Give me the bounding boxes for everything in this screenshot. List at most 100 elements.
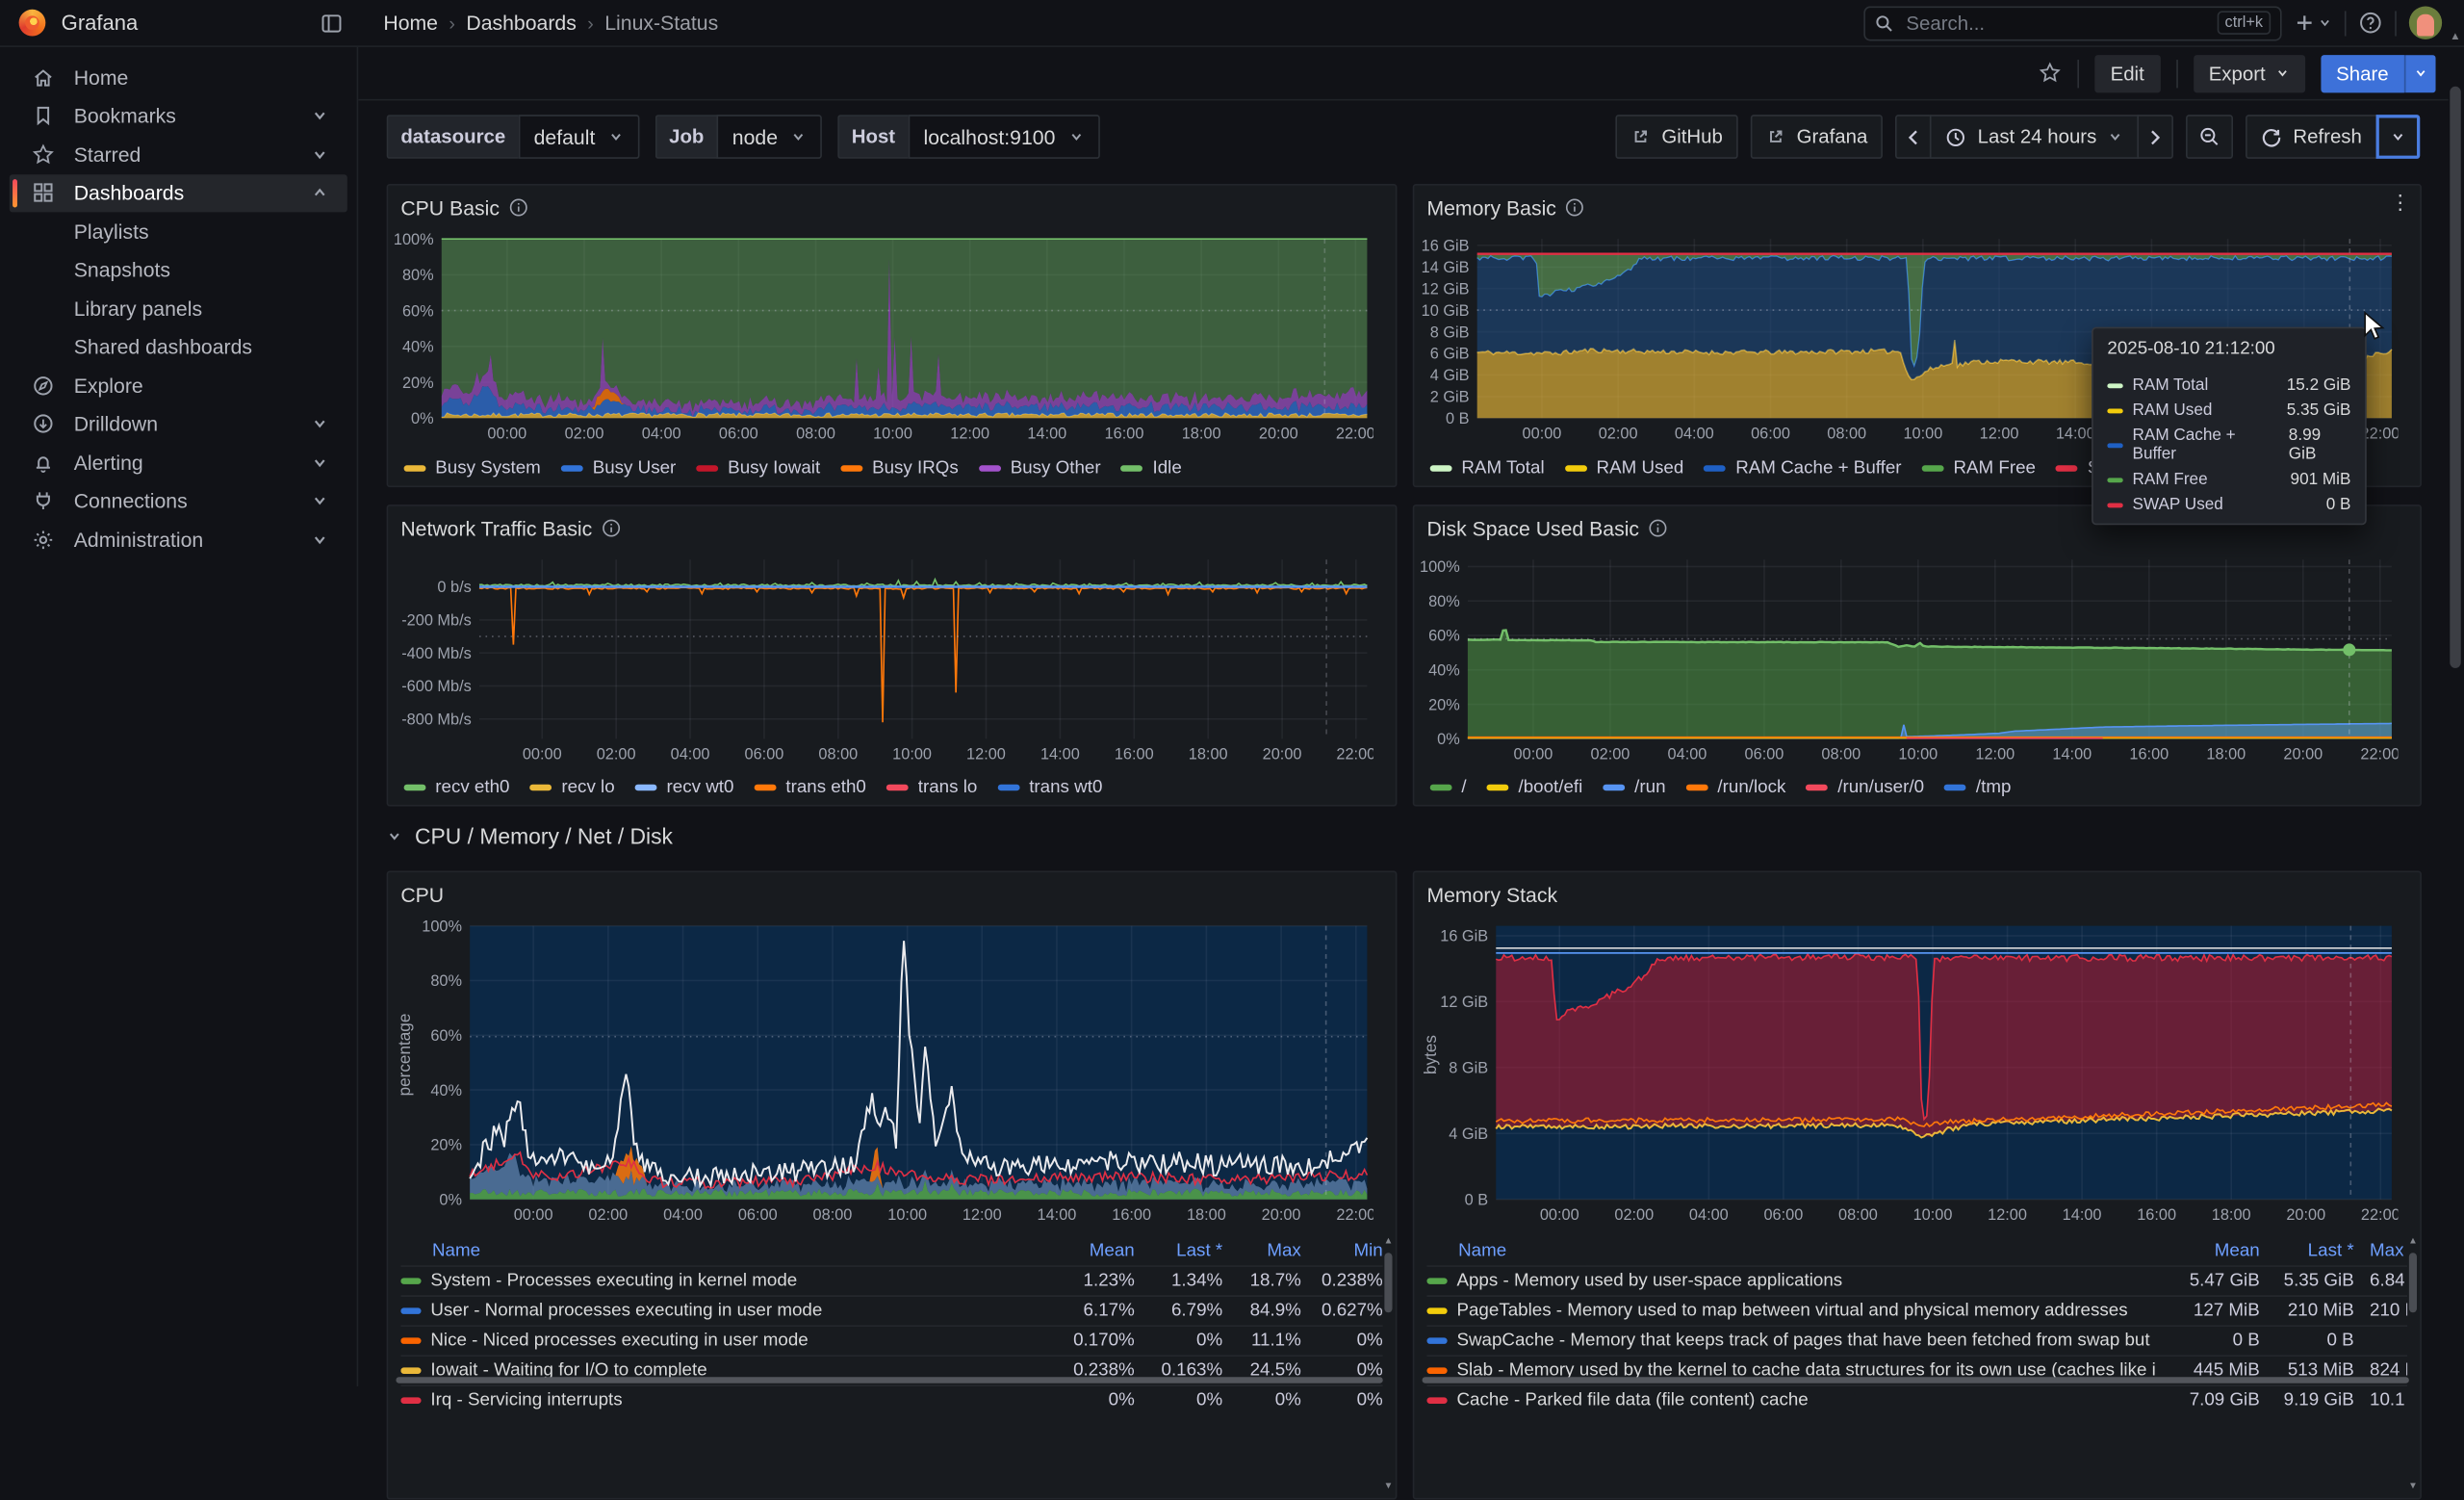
github-link-button[interactable]: GitHub [1616,115,1738,159]
legend-item[interactable]: RAM Used [1565,459,1683,478]
network-traffic-chart[interactable]: 00:0002:0004:0006:0008:0010:0012:0014:00… [388,547,1373,767]
time-range-picker[interactable]: Last 24 hours [1931,115,2140,159]
info-icon[interactable] [602,519,621,538]
sidebar-item-bookmarks[interactable]: Bookmarks [10,96,347,135]
legend-item[interactable]: Busy IRQs [840,459,958,478]
sidebar-item-administration[interactable]: Administration [10,520,347,558]
variable-value-dropdown[interactable]: node [716,115,821,159]
memory-stack-chart[interactable]: 00:0002:0004:0006:0008:0010:0012:0014:00… [1414,914,2398,1228]
legend-item[interactable]: Idle [1121,459,1182,478]
sidebar-item-snapshots[interactable]: Snapshots [10,250,347,289]
table-row[interactable]: Cache - Parked file data (file content) … [1426,1384,2407,1414]
table-row[interactable]: PageTables - Memory used to map between … [1426,1295,2407,1325]
sidebar-item-shared-dashboards[interactable]: Shared dashboards [10,327,347,366]
legend-item[interactable]: Busy Iowait [697,459,821,478]
panel-title[interactable]: CPU Basic [400,195,500,219]
breadcrumb-item[interactable]: Dashboards [466,11,576,34]
breadcrumb-item[interactable]: Linux-Status [604,11,718,34]
legend-item[interactable]: recv eth0 [404,778,510,797]
legend-item[interactable]: recv wt0 [635,778,734,797]
sidebar-item-connections[interactable]: Connections [10,481,347,520]
legend-item[interactable]: Busy Other [979,459,1101,478]
legend-item[interactable]: /tmp [1944,778,2011,797]
refresh-button[interactable]: Refresh [2246,115,2377,159]
table-row[interactable]: Irq - Servicing interrupts0%0%0%0% [400,1384,1382,1414]
time-forward-button[interactable] [2138,115,2174,159]
breadcrumb-item[interactable]: Home [383,11,438,34]
panel-menu-icon[interactable]: ⋮ [2390,192,2410,212]
column-header[interactable]: Last * [1135,1242,1222,1261]
star-icon[interactable] [2038,62,2061,85]
info-icon[interactable] [1649,519,1668,538]
grafana-logo-icon[interactable] [19,10,46,37]
table-scrollbar[interactable]: ▲ ▼ [2406,1237,2421,1491]
search-input[interactable]: ctrl+k [1863,6,2281,40]
legend-item[interactable]: /run [1604,778,1666,797]
legend-item[interactable]: /boot/efi [1487,778,1582,797]
panel-title[interactable]: Disk Space Used Basic [1426,516,1639,539]
column-header[interactable]: Last * [2260,1242,2354,1261]
legend-item[interactable]: recv lo [530,778,615,797]
sidebar-item-playlists[interactable]: Playlists [10,212,347,250]
row-section-header[interactable]: CPU / Memory / Net / Disk [387,824,673,849]
zoom-out-icon[interactable] [2186,115,2233,159]
table-row[interactable]: Apps - Memory used by user-space applica… [1426,1265,2407,1295]
table-row[interactable]: Nice - Niced processes executing in user… [400,1325,1382,1355]
sidebar-item-dashboards[interactable]: Dashboards [10,173,347,212]
sidebar-item-drilldown[interactable]: Drilldown [10,404,347,443]
cpu-full-chart[interactable]: 00:0002:0004:0006:0008:0010:0012:0014:00… [388,914,1373,1228]
search-field[interactable] [1903,11,2207,36]
column-header[interactable]: Mean [2156,1242,2260,1261]
page-scrollbar[interactable]: ▲ [2449,0,2464,1386]
panel-title[interactable]: Network Traffic Basic [400,516,592,539]
variable-value-dropdown[interactable]: default [518,115,639,159]
column-header[interactable]: Mean [1038,1242,1135,1261]
column-header[interactable]: Max [2354,1242,2408,1261]
panel-title[interactable]: Memory Stack [1426,883,1557,906]
legend-item[interactable]: trans wt0 [998,778,1103,797]
table-row[interactable]: SwapCache - Memory that keeps track of p… [1426,1325,2407,1355]
legend-item[interactable]: trans eth0 [755,778,866,797]
disk-space-chart[interactable]: 00:0002:0004:0006:0008:0010:0012:0014:00… [1414,547,2398,767]
sidebar-item-starred[interactable]: Starred [10,135,347,173]
variable-value-dropdown[interactable]: localhost:9100 [908,115,1099,159]
sidebar-item-library-panels[interactable]: Library panels [10,289,347,327]
sidebar-item-explore[interactable]: Explore [10,366,347,404]
legend-item[interactable]: /run/lock [1686,778,1786,797]
table-hscrollbar[interactable] [396,1377,1382,1384]
sidebar-item-home[interactable]: Home [10,58,347,96]
column-header[interactable]: Name [400,1242,1037,1261]
table-row[interactable]: User - Normal processes executing in use… [400,1295,1382,1325]
panel-title[interactable]: CPU [400,883,444,906]
legend-item[interactable]: RAM Cache + Buffer [1705,459,1902,478]
help-icon[interactable] [2359,11,2382,34]
panel-title[interactable]: Memory Basic [1426,195,1555,219]
column-header[interactable]: Max [1222,1242,1301,1261]
column-header[interactable]: Min [1301,1242,1383,1261]
refresh-interval-dropdown[interactable] [2376,115,2421,159]
grafana-link-button[interactable]: Grafana [1751,115,1883,159]
info-icon[interactable] [1566,198,1585,218]
export-button[interactable]: Export [2193,54,2304,91]
edit-button[interactable]: Edit [2094,54,2160,91]
legend-item[interactable]: trans lo [886,778,977,797]
legend-item[interactable]: Busy User [561,459,676,478]
add-new-button[interactable] [2295,13,2332,33]
table-scrollbar[interactable]: ▲ ▼ [1381,1237,1396,1491]
legend-item[interactable]: / [1430,778,1467,797]
sidebar-item-alerting[interactable]: Alerting [10,443,347,481]
cpu-basic-chart[interactable]: 00:0002:0004:0006:0008:0010:0012:0014:00… [388,226,1373,447]
legend-item[interactable]: RAM Free [1922,459,2036,478]
info-icon[interactable] [509,198,528,218]
user-avatar[interactable] [2409,7,2442,39]
table-row[interactable]: System - Processes executing in kernel m… [400,1265,1382,1295]
table-hscrollbar[interactable] [1423,1377,2409,1384]
column-header[interactable]: Name [1426,1242,2156,1261]
share-menu-button[interactable] [2404,54,2436,91]
legend-item[interactable]: RAM Total [1430,459,1545,478]
legend-item[interactable]: Busy System [404,459,541,478]
sidebar-toggle-icon[interactable] [321,12,343,34]
time-back-button[interactable] [1896,115,1933,159]
legend-item[interactable]: /run/user/0 [1807,778,1924,797]
share-button[interactable]: Share [2321,54,2404,91]
